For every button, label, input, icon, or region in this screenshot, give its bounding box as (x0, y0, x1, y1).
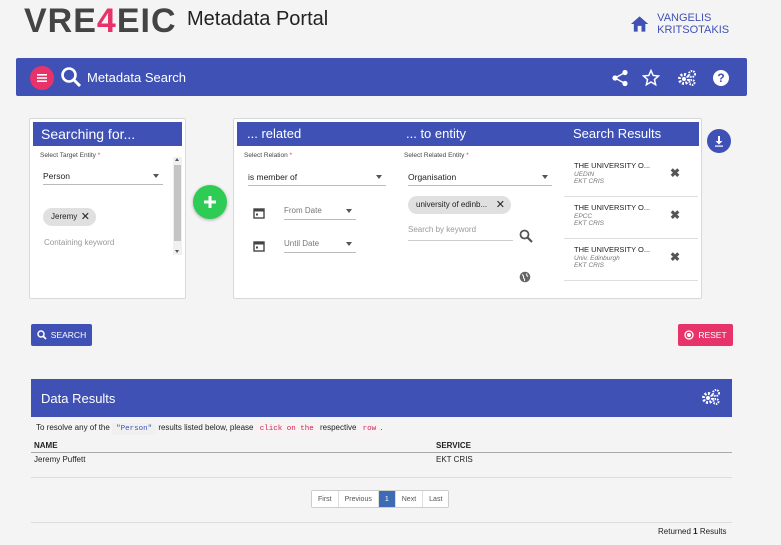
scroll-down-icon[interactable] (175, 250, 179, 253)
share-button[interactable] (609, 67, 631, 89)
home-icon (630, 16, 649, 32)
result-title: THE UNIVERSITY O... (574, 245, 651, 254)
remove-icon[interactable]: ✖ (670, 166, 680, 180)
scrollbar[interactable] (173, 157, 182, 255)
related-entity-label: Select Related Entity * (404, 152, 469, 159)
close-icon[interactable]: ✕ (496, 196, 505, 214)
footer-divider (31, 522, 732, 523)
download-icon (715, 136, 723, 147)
settings-button[interactable] (676, 67, 698, 89)
data-results-title: Data Results (41, 391, 116, 406)
pager-first[interactable]: First (312, 491, 339, 507)
entity-keyword-input[interactable]: Search by keyword (408, 225, 513, 241)
table-header: NAME SERVICE (31, 440, 732, 453)
to-entity-header: ... to entity (406, 126, 466, 141)
result-source: EKT CRIS (574, 262, 604, 269)
target-entity-select[interactable]: Person (43, 167, 163, 185)
results-list: THE UNIVERSITY O... UEDIN EKT CRIS ✖ THE… (564, 155, 698, 281)
calendar-icon (253, 208, 265, 219)
col-name-header: NAME (34, 441, 58, 450)
globe-icon[interactable] (519, 271, 531, 283)
remove-icon[interactable]: ✖ (670, 208, 680, 222)
add-relation-button[interactable] (193, 185, 227, 219)
entity-chip: university of edinb... ✕ (408, 196, 511, 214)
help-button[interactable]: ? (710, 67, 732, 89)
keyword-input[interactable]: Containing keyword (44, 238, 114, 247)
close-icon[interactable]: ✕ (81, 208, 90, 226)
relation-label: Select Relation * (244, 152, 293, 159)
plus-icon (204, 196, 216, 208)
search-button-label: SEARCH (50, 330, 87, 340)
export-button[interactable] (707, 129, 731, 153)
search-icon (61, 67, 82, 88)
top-toolbar: Metadata Search ? (16, 58, 747, 96)
from-date-select[interactable]: From Date (284, 202, 356, 220)
resolve-instructions: To resolve any of the "Person" results l… (36, 423, 383, 435)
result-title: THE UNIVERSITY O... (574, 161, 651, 170)
toolbar-title: Metadata Search (87, 70, 187, 85)
result-title: THE UNIVERSITY O... (574, 203, 651, 212)
star-icon (642, 69, 660, 87)
pager-last[interactable]: Last (423, 491, 449, 507)
result-source: EKT CRIS (574, 178, 604, 185)
returned-count: Returned 1 Results (658, 527, 727, 536)
scrollbar-thumb[interactable] (174, 165, 181, 241)
pagination: First Previous 1 Next Last (311, 490, 450, 508)
reset-icon (684, 330, 694, 340)
gears-icon (678, 70, 696, 86)
searching-for-header: Searching for... (33, 122, 182, 146)
gears-icon (702, 389, 720, 405)
relation-panel: ... related ... to entity Search Results… (233, 118, 702, 299)
calendar-icon (253, 241, 265, 252)
row-name: Jeremy Puffett (34, 455, 86, 464)
chevron-down-icon (542, 175, 548, 179)
row-service: EKT CRIS (436, 455, 473, 464)
app-logo: VRE4EIC (24, 2, 177, 40)
chevron-down-icon (346, 242, 352, 246)
search-button[interactable]: SEARCH (31, 324, 92, 346)
pager-next[interactable]: Next (395, 491, 424, 507)
result-item[interactable]: THE UNIVERSITY O... Univ. Edinburgh EKT … (564, 243, 698, 281)
share-icon (612, 69, 628, 87)
result-item[interactable]: THE UNIVERSITY O... EPCC EKT CRIS ✖ (564, 201, 698, 239)
user-name: VANGELIS KRITSOTAKIS (657, 12, 730, 36)
menu-button[interactable] (30, 66, 54, 90)
help-icon: ? (713, 70, 729, 86)
svg-text:?: ? (717, 71, 724, 85)
reset-button-label: RESET (698, 330, 727, 340)
result-source: EKT CRIS (574, 220, 604, 227)
pager-page-current[interactable]: 1 (378, 491, 396, 507)
searching-for-panel: Searching for... Select Target Entity * … (29, 118, 186, 299)
table-divider (31, 477, 732, 478)
result-item[interactable]: THE UNIVERSITY O... UEDIN EKT CRIS ✖ (564, 159, 698, 197)
reset-button[interactable]: RESET (678, 324, 733, 346)
chevron-down-icon (376, 175, 382, 179)
portal-title: Metadata Portal (187, 8, 329, 30)
target-entity-label: Select Target Entity * (40, 152, 101, 159)
remove-icon[interactable]: ✖ (670, 250, 680, 264)
scroll-up-icon[interactable] (175, 158, 179, 161)
chevron-down-icon (346, 209, 352, 213)
search-results-header: Search Results (573, 126, 662, 141)
data-results-header: Data Results (31, 379, 732, 417)
search-icon (37, 330, 47, 340)
chevron-down-icon (153, 174, 159, 178)
menu-icon (37, 74, 47, 82)
related-entity-select[interactable]: Organisation (408, 168, 552, 186)
keyword-chip: Jeremy ✕ (43, 208, 96, 226)
col-service-header: SERVICE (436, 441, 471, 450)
search-icon[interactable] (519, 229, 533, 243)
favorites-button[interactable] (640, 67, 662, 89)
pager-previous[interactable]: Previous (338, 491, 379, 507)
relation-select[interactable]: is member of (248, 168, 386, 186)
related-header: ... related (247, 126, 302, 141)
table-row[interactable]: Jeremy Puffett EKT CRIS (31, 453, 732, 467)
until-date-select[interactable]: Until Date (284, 235, 356, 253)
data-results-settings-button[interactable] (701, 388, 721, 411)
user-link[interactable]: VANGELIS KRITSOTAKIS (630, 12, 781, 36)
